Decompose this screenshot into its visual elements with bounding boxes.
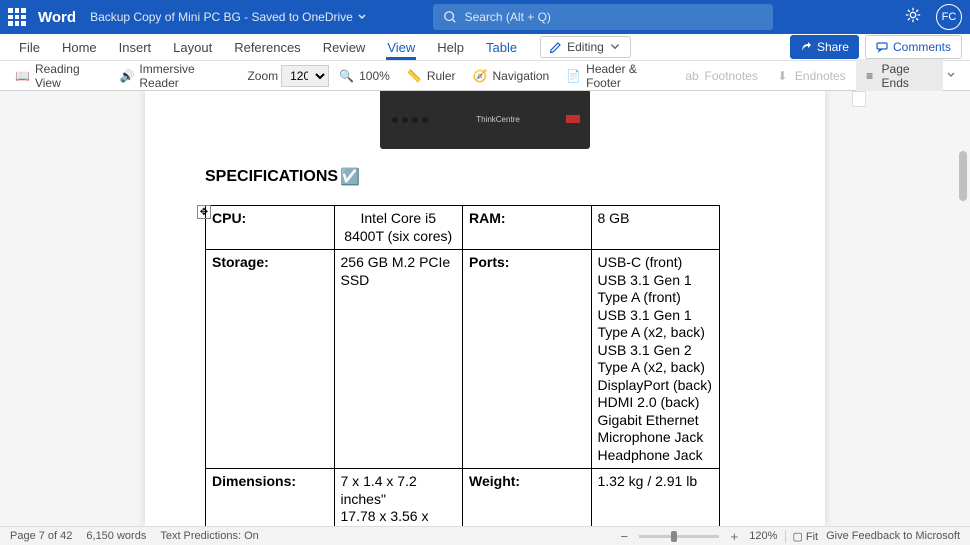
immersive-reader-button[interactable]: 🔊Immersive Reader bbox=[112, 59, 236, 93]
cell-weight-value[interactable]: 1.32 kg / 2.91 lb bbox=[591, 469, 720, 527]
titlebar-right: FC bbox=[904, 4, 962, 30]
titlebar: Word Backup Copy of Mini PC BG - Saved t… bbox=[0, 0, 970, 34]
table-row[interactable]: Storage: 256 GB M.2 PCIe SSD Ports: USB-… bbox=[206, 250, 720, 469]
document-name[interactable]: Backup Copy of Mini PC BG - Saved to One… bbox=[90, 10, 367, 24]
page-ends-button[interactable]: ≡Page Ends bbox=[856, 59, 943, 93]
navigation-button[interactable]: 🧭Navigation bbox=[466, 65, 557, 86]
scrollbar-thumb[interactable] bbox=[959, 151, 967, 201]
zoom-in-button[interactable]: + bbox=[727, 529, 741, 544]
word-count[interactable]: 6,150 words bbox=[86, 530, 146, 542]
specifications-heading: SPECIFICATIONS☑️ bbox=[205, 167, 765, 187]
header-footer-button[interactable]: 📄Header & Footer bbox=[559, 59, 674, 93]
footnotes-button: abFootnotes bbox=[678, 65, 765, 86]
header-footer-icon: 📄 bbox=[566, 68, 581, 83]
cell-ports-label[interactable]: Ports: bbox=[463, 250, 592, 469]
hundred-icon: 🔍 bbox=[339, 68, 354, 83]
cell-ram-value[interactable]: 8 GB bbox=[591, 206, 720, 250]
text-predictions[interactable]: Text Predictions: On bbox=[160, 530, 258, 542]
book-icon: 📖 bbox=[15, 68, 30, 83]
navigation-icon: 🧭 bbox=[473, 68, 488, 83]
status-right: − + 120% ▢ Fit Give Feedback to Microsof… bbox=[617, 529, 960, 544]
tab-layout[interactable]: Layout bbox=[162, 36, 223, 59]
zoom-select[interactable]: 120% bbox=[281, 65, 329, 87]
comment-icon bbox=[876, 41, 888, 53]
tab-home[interactable]: Home bbox=[51, 36, 108, 59]
cell-dimensions-value[interactable]: 7 x 1.4 x 7.2 inches" 17.78 x 3.56 x 18.… bbox=[334, 469, 463, 527]
cell-ram-label[interactable]: RAM: bbox=[463, 206, 592, 250]
tab-view[interactable]: View bbox=[376, 36, 426, 59]
page-indicator[interactable]: Page 7 of 42 bbox=[10, 530, 72, 542]
endnote-icon: ⬇ bbox=[775, 68, 790, 83]
tab-help[interactable]: Help bbox=[426, 36, 475, 59]
page-ends-icon: ≡ bbox=[863, 68, 877, 83]
avatar[interactable]: FC bbox=[936, 4, 962, 30]
ribbon-right: Share Comments bbox=[790, 35, 962, 59]
search-input[interactable]: Search (Alt + Q) bbox=[433, 4, 773, 30]
tab-table[interactable]: Table bbox=[475, 36, 528, 59]
tab-review[interactable]: Review bbox=[312, 36, 377, 59]
share-icon bbox=[800, 41, 812, 53]
cell-storage-label[interactable]: Storage: bbox=[206, 250, 335, 469]
immersive-icon: 🔊 bbox=[119, 68, 134, 83]
zoom-label: Zoom bbox=[247, 69, 278, 83]
table-row[interactable]: CPU: Intel Core i5 8400T (six cores) RAM… bbox=[206, 206, 720, 250]
statusbar: Page 7 of 42 6,150 words Text Prediction… bbox=[0, 526, 970, 545]
cell-ports-value[interactable]: USB-C (front) USB 3.1 Gen 1 Type A (fron… bbox=[591, 250, 720, 469]
pencil-icon bbox=[550, 41, 562, 53]
table-row[interactable]: Dimensions: 7 x 1.4 x 7.2 inches" 17.78 … bbox=[206, 469, 720, 527]
share-button[interactable]: Share bbox=[790, 35, 859, 59]
cell-storage-value[interactable]: 256 GB M.2 PCIe SSD bbox=[334, 250, 463, 469]
tab-insert[interactable]: Insert bbox=[108, 36, 163, 59]
app-name: Word bbox=[38, 9, 76, 26]
feedback-link[interactable]: Give Feedback to Microsoft bbox=[826, 530, 960, 542]
page[interactable]: ThinkCentre SPECIFICATIONS☑️ ✥ CPU: Inte… bbox=[145, 91, 825, 526]
tab-references[interactable]: References bbox=[223, 36, 311, 59]
page-right-edge bbox=[852, 91, 866, 107]
table-move-handle[interactable]: ✥ bbox=[197, 205, 211, 219]
specifications-table[interactable]: CPU: Intel Core i5 8400T (six cores) RAM… bbox=[205, 205, 720, 526]
editing-mode-button[interactable]: Editing bbox=[540, 36, 631, 58]
zoom-out-button[interactable]: − bbox=[617, 529, 631, 544]
gear-icon[interactable] bbox=[904, 6, 922, 29]
ruler-button[interactable]: 📏Ruler bbox=[400, 65, 463, 86]
fit-button[interactable]: ▢ Fit bbox=[785, 530, 818, 543]
document-area[interactable]: ThinkCentre SPECIFICATIONS☑️ ✥ CPU: Inte… bbox=[0, 91, 970, 526]
reading-view-button[interactable]: 📖Reading View bbox=[8, 59, 109, 93]
endnotes-button: ⬇Endnotes bbox=[768, 65, 853, 86]
ribbon-tabs: File Home Insert Layout References Revie… bbox=[0, 34, 970, 61]
ribbon-tools: 📖Reading View 🔊Immersive Reader Zoom 120… bbox=[0, 61, 970, 91]
zoom-slider[interactable] bbox=[639, 535, 719, 538]
ruler-icon: 📏 bbox=[407, 68, 422, 83]
footnote-icon: ab bbox=[685, 68, 700, 83]
app-launcher-icon[interactable] bbox=[8, 8, 26, 26]
product-image: ThinkCentre bbox=[380, 91, 590, 149]
comments-button[interactable]: Comments bbox=[865, 35, 962, 59]
zoom-level[interactable]: 120% bbox=[749, 530, 777, 542]
ribbon-expand-icon[interactable] bbox=[946, 69, 956, 83]
cell-cpu-value[interactable]: Intel Core i5 8400T (six cores) bbox=[334, 206, 463, 250]
cell-weight-label[interactable]: Weight: bbox=[463, 469, 592, 527]
check-icon: ☑️ bbox=[340, 167, 360, 187]
chevron-down-icon bbox=[609, 41, 621, 53]
cell-dimensions-label[interactable]: Dimensions: bbox=[206, 469, 335, 527]
tab-file[interactable]: File bbox=[8, 36, 51, 59]
search-icon bbox=[443, 10, 457, 24]
hundred-percent-button[interactable]: 🔍100% bbox=[332, 65, 397, 86]
chevron-down-icon bbox=[357, 12, 367, 22]
cell-cpu-label[interactable]: CPU: bbox=[206, 206, 335, 250]
